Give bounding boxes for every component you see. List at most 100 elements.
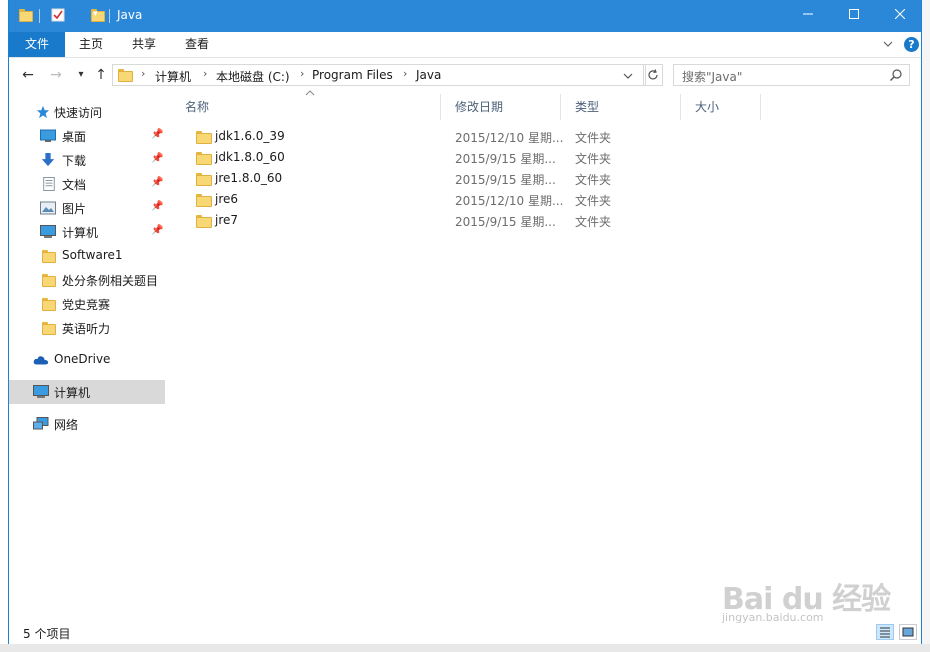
nav-item-software1[interactable]: Software1: [9, 244, 165, 268]
breadcrumb-java[interactable]: Java: [416, 68, 441, 82]
customize-toolbar-icon[interactable]: ▾: [93, 9, 107, 23]
folder-icon: [196, 172, 212, 186]
breadcrumb-separator[interactable]: ›: [403, 67, 407, 80]
computer-icon: [40, 225, 56, 238]
nav-computer-label: 计算机: [54, 386, 91, 400]
explorer-window: ▾ Java 文件 主页 共享 查看 ? ← → ▾ ↑ › 计算机 › 本地磁…: [8, 0, 922, 644]
nav-network[interactable]: 网络: [9, 412, 165, 436]
close-button[interactable]: [877, 0, 923, 32]
tab-file[interactable]: 文件: [9, 32, 65, 57]
file-date: 2015/12/10 星期...: [455, 194, 564, 208]
file-name: jre6: [215, 192, 239, 206]
recent-locations-button[interactable]: ▾: [72, 66, 90, 84]
search-box[interactable]: 搜索"Java": [673, 64, 910, 86]
nav-network-label: 网络: [54, 418, 79, 432]
address-bar[interactable]: › 计算机 › 本地磁盘 (C:) › Program Files › Java: [112, 64, 646, 86]
nav-item-label: 桌面: [62, 130, 87, 144]
nav-onedrive-label: OneDrive: [54, 352, 111, 366]
nav-quick-access[interactable]: 快速访问: [9, 100, 165, 124]
folder-icon: [42, 273, 56, 287]
background-bottom: [0, 644, 930, 652]
download-icon: [41, 153, 55, 167]
pin-icon[interactable]: 📌: [151, 153, 163, 164]
column-divider[interactable]: [560, 94, 561, 120]
nav-item-label: 图片: [62, 202, 87, 216]
pin-icon[interactable]: 📌: [151, 177, 163, 188]
file-date: 2015/9/15 星期...: [455, 215, 556, 229]
column-divider[interactable]: [680, 94, 681, 120]
file-date: 2015/9/15 星期...: [455, 152, 556, 166]
nav-item-label: 处分条例相关题目: [62, 274, 159, 288]
column-header-size[interactable]: 大小: [695, 98, 719, 120]
file-row[interactable]: jdk1.6.0_39 2015/12/10 星期... 文件夹: [185, 126, 785, 147]
nav-item-label: 计算机: [62, 226, 99, 240]
nav-item-english-listening[interactable]: 英语听力: [9, 316, 165, 340]
nav-item-regulations[interactable]: 处分条例相关题目: [9, 268, 165, 292]
column-header-name[interactable]: 名称: [185, 90, 315, 120]
breadcrumb-separator[interactable]: ›: [203, 67, 207, 80]
nav-item-downloads[interactable]: 下载 📌: [9, 148, 165, 172]
file-row[interactable]: jre1.8.0_60 2015/9/15 星期... 文件夹: [185, 168, 785, 189]
pin-icon[interactable]: 📌: [151, 225, 163, 236]
column-header-date[interactable]: 修改日期: [455, 98, 503, 120]
pin-icon[interactable]: 📌: [151, 201, 163, 212]
navigation-pane: 快速访问 桌面 📌 下载 📌 文档 📌 图片 📌 计算机 📌 Software1…: [9, 92, 167, 616]
pin-icon[interactable]: 📌: [151, 129, 163, 140]
navigation-bar: ← → ▾ ↑ › 计算机 › 本地磁盘 (C:) › Program File…: [9, 58, 921, 92]
baidu-watermark-url: jingyan.baidu.com: [722, 611, 824, 624]
file-row[interactable]: jre7 2015/9/15 星期... 文件夹: [185, 210, 785, 231]
breadcrumb-separator[interactable]: ›: [141, 67, 145, 80]
details-view-button[interactable]: [876, 624, 894, 640]
file-name: jdk1.8.0_60: [215, 150, 285, 164]
search-placeholder: 搜索"Java": [682, 70, 743, 84]
address-folder-icon: [118, 68, 133, 82]
search-icon[interactable]: [889, 68, 903, 82]
nav-item-label: 文档: [62, 178, 87, 192]
nav-item-computer-pinned[interactable]: 计算机 📌: [9, 220, 165, 244]
back-button[interactable]: ←: [19, 66, 37, 84]
refresh-button[interactable]: [643, 64, 663, 86]
nav-item-desktop[interactable]: 桌面 📌: [9, 124, 165, 148]
file-date: 2015/9/15 星期...: [455, 173, 556, 187]
minimize-icon: [803, 13, 813, 15]
onedrive-icon: [33, 356, 49, 365]
large-icons-view-button[interactable]: [899, 624, 917, 640]
column-divider[interactable]: [760, 94, 761, 120]
forward-button[interactable]: →: [47, 66, 65, 84]
maximize-icon: [849, 9, 859, 19]
nav-onedrive[interactable]: OneDrive: [9, 348, 165, 372]
tab-view[interactable]: 查看: [171, 32, 223, 57]
nav-item-pictures[interactable]: 图片 📌: [9, 196, 165, 220]
folder-icon: [42, 297, 56, 311]
breadcrumb-program-files[interactable]: Program Files: [312, 68, 393, 82]
breadcrumb-separator[interactable]: ›: [300, 67, 304, 80]
background-left: [0, 0, 8, 652]
file-type: 文件夹: [575, 173, 612, 187]
column-divider[interactable]: [440, 94, 441, 120]
desktop-icon: [40, 129, 56, 142]
nav-item-label: 英语听力: [62, 322, 111, 336]
tab-home[interactable]: 主页: [65, 32, 117, 57]
file-type: 文件夹: [575, 194, 612, 208]
file-row[interactable]: jre6 2015/12/10 星期... 文件夹: [185, 189, 785, 210]
file-date: 2015/12/10 星期...: [455, 131, 564, 145]
title-bar: ▾ Java: [9, 0, 921, 32]
file-row[interactable]: jdk1.8.0_60 2015/9/15 星期... 文件夹: [185, 147, 785, 168]
nav-item-party-history[interactable]: 党史竞赛: [9, 292, 165, 316]
properties-icon[interactable]: [51, 8, 65, 22]
nav-computer[interactable]: 计算机: [9, 380, 165, 404]
breadcrumb-local-disk[interactable]: 本地磁盘 (C:): [216, 68, 290, 85]
column-header-type[interactable]: 类型: [575, 98, 599, 120]
breadcrumb-computer[interactable]: 计算机: [155, 68, 191, 85]
file-type: 文件夹: [575, 215, 612, 229]
tab-share[interactable]: 共享: [118, 32, 170, 57]
help-icon[interactable]: ?: [904, 37, 919, 52]
window-title: Java: [117, 8, 143, 22]
nav-item-documents[interactable]: 文档 📌: [9, 172, 165, 196]
up-button[interactable]: ↑: [92, 66, 110, 84]
expand-ribbon-icon[interactable]: [883, 40, 893, 48]
minimize-button[interactable]: [785, 0, 831, 32]
address-dropdown-icon[interactable]: [623, 72, 633, 80]
item-count: 5 个项目: [23, 627, 71, 641]
maximize-button[interactable]: [831, 0, 877, 32]
